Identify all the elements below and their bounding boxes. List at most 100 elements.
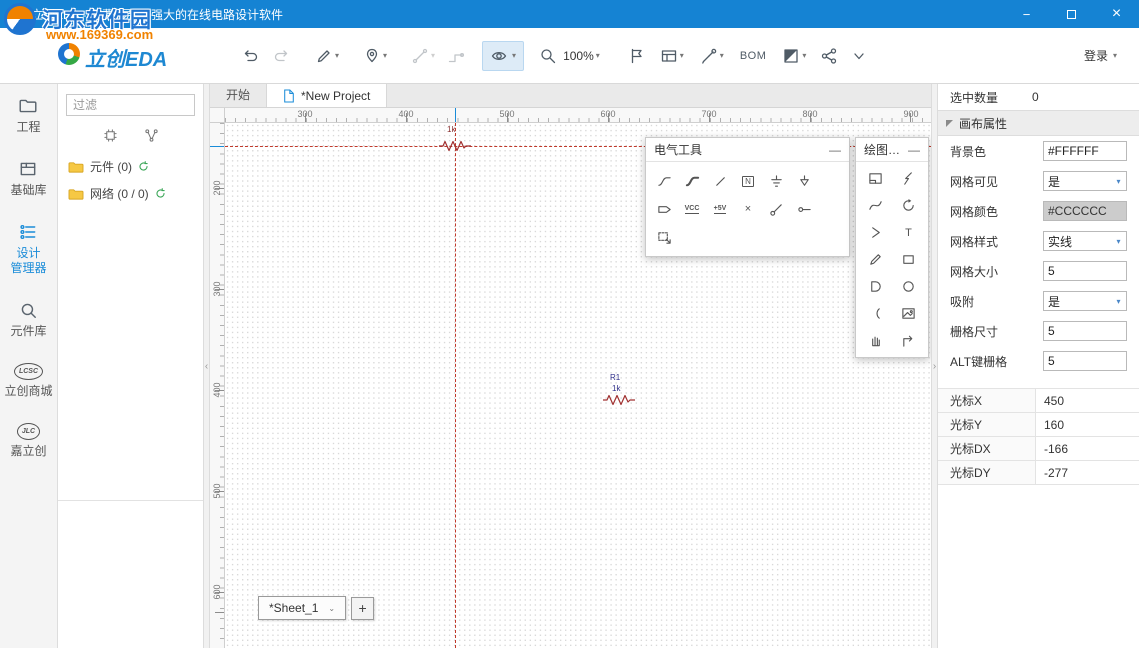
theme-half-square-icon (782, 47, 800, 65)
refresh-icon[interactable] (138, 161, 149, 172)
right-splitter[interactable]: › (931, 84, 938, 648)
zoom-level-value: 100% (563, 49, 594, 63)
selected-count-row: 选中数量 0 (938, 84, 1139, 110)
alt-grid-input[interactable] (1043, 351, 1127, 371)
arc-icon[interactable] (859, 300, 892, 327)
palette-header[interactable]: 电气工具 — (646, 138, 849, 162)
toolbar-more-button[interactable] (847, 43, 871, 69)
ellipse-icon[interactable] (892, 273, 925, 300)
sidebar-item-component-library[interactable]: 元件库 (10, 300, 46, 339)
no-connect-icon[interactable]: × (734, 195, 762, 223)
sidebar-item-lcsc-mall[interactable]: LCSC 立创商城 (4, 363, 52, 399)
snap-size-input[interactable] (1043, 321, 1127, 341)
sidebar-item-project[interactable]: 工程 (16, 96, 40, 135)
resistor-value[interactable]: 1k (612, 385, 620, 393)
close-button[interactable]: × (1094, 0, 1139, 28)
image-icon (901, 306, 916, 321)
net-flag-ground-icon[interactable] (762, 167, 790, 195)
resistor-ref[interactable]: R1 (610, 374, 620, 382)
theme-button[interactable]: ▾ (779, 43, 809, 69)
arc-rotate-icon[interactable] (892, 192, 925, 219)
corner-route-icon[interactable] (892, 327, 925, 354)
refresh-icon[interactable] (155, 188, 166, 199)
tree-item-nets[interactable]: 网络 (0 / 0) (58, 180, 203, 207)
undo-button[interactable] (238, 43, 262, 69)
component-chip-icon[interactable] (103, 128, 118, 143)
bus-icon[interactable] (678, 167, 706, 195)
route-tool-button[interactable] (444, 43, 468, 69)
rect-icon[interactable] (892, 246, 925, 273)
bom-button[interactable]: BOM (737, 46, 770, 66)
background-color-input[interactable] (1043, 141, 1127, 161)
ghost-resistor-symbol[interactable] (438, 139, 472, 153)
design-manager-panel: 元件 (0) 网络 (0 / 0) (58, 84, 203, 648)
grid-style-select[interactable]: 实线▾ (1043, 231, 1127, 251)
palette-header[interactable]: 绘图… — (856, 138, 928, 162)
netlist-icon[interactable] (144, 128, 159, 143)
arrow-icon[interactable] (859, 219, 892, 246)
draw-tool-button[interactable]: ▾ (312, 43, 342, 69)
grid-color-swatch[interactable]: #CCCCCC (1043, 201, 1127, 221)
table-button[interactable]: ▾ (657, 43, 687, 69)
cursor-table: 光标X450光标Y160光标DX-166光标DY-277 (938, 388, 1139, 485)
plus-5v-flag-icon[interactable]: +5V (706, 195, 734, 223)
zoom-button[interactable] (536, 43, 560, 69)
tab-start[interactable]: 开始 (210, 84, 267, 107)
wire-icon[interactable] (650, 167, 678, 195)
filter-input[interactable] (66, 94, 195, 116)
sheet-tab[interactable]: *Sheet_1 ⌄ (258, 596, 346, 620)
sidebar-item-design-manager[interactable]: 设计 管理器 (10, 222, 46, 276)
ruler-number: 300 (212, 281, 222, 296)
net-label-icon[interactable]: N (734, 167, 762, 195)
ghost-resistor-value: 1k (447, 126, 455, 134)
resistor-symbol[interactable] (602, 393, 636, 407)
sidebar-item-jlc[interactable]: JLC 嘉立创 (10, 423, 46, 459)
login-button[interactable]: 登录 ▾ (1084, 47, 1117, 64)
bus-entry-icon[interactable] (706, 167, 734, 195)
share-button[interactable] (817, 43, 841, 69)
watermark-badge-icon (4, 3, 36, 35)
canvas-properties-header[interactable]: 画布属性 (938, 110, 1139, 136)
text-icon[interactable]: T (892, 219, 925, 246)
group-icon[interactable] (650, 223, 678, 251)
grid-visible-select[interactable]: 是▾ (1043, 171, 1127, 191)
image-icon[interactable] (892, 300, 925, 327)
tools-button[interactable]: ▾ (697, 43, 727, 69)
polygon-icon[interactable] (859, 273, 892, 300)
minimize-button[interactable]: − (1004, 0, 1049, 28)
add-sheet-button[interactable]: + (351, 597, 374, 620)
vcc-flag-icon[interactable]: VCC (678, 195, 706, 223)
wire-tool-button[interactable]: ▾ (408, 43, 438, 69)
zoom-level-select[interactable]: 100% ▾ (560, 45, 603, 67)
redo-button[interactable] (270, 43, 294, 69)
spline-icon[interactable] (859, 192, 892, 219)
snap-select[interactable]: 是▾ (1043, 291, 1127, 311)
grid-size-input[interactable] (1043, 261, 1127, 281)
cursor-row: 光标X450 (938, 389, 1139, 413)
net-port-icon[interactable] (650, 195, 678, 223)
minimize-palette-button[interactable]: — (902, 143, 920, 157)
voltage-probe-icon[interactable] (762, 195, 790, 223)
ellipse-icon (901, 279, 916, 294)
pencil-icon[interactable] (859, 246, 892, 273)
left-splitter[interactable]: ‹ (203, 84, 210, 648)
maximize-button[interactable] (1049, 0, 1094, 28)
minimize-palette-button[interactable]: — (823, 143, 841, 157)
drawing-tools-grid: T (856, 162, 928, 357)
sidebar-item-base-library[interactable]: 基础库 (10, 159, 46, 198)
ruler-number: 300 (297, 109, 312, 119)
ruler-number: 800 (802, 109, 817, 119)
polyline-icon[interactable] (892, 165, 925, 192)
tree-item-components[interactable]: 元件 (0) (58, 153, 203, 180)
view-tool-button[interactable]: ▾ (482, 41, 524, 71)
canvas-frame-icon (868, 171, 883, 186)
search-library-icon (18, 300, 38, 320)
canvas-frame-icon[interactable] (859, 165, 892, 192)
pin-icon[interactable] (790, 195, 818, 223)
tab-new-project[interactable]: *New Project (267, 84, 387, 107)
drag-hand-icon[interactable] (859, 327, 892, 354)
placement-tool-button[interactable]: ▾ (360, 43, 390, 69)
polyline-icon (901, 171, 916, 186)
annotate-button[interactable] (625, 43, 649, 69)
ground-icon[interactable] (790, 167, 818, 195)
